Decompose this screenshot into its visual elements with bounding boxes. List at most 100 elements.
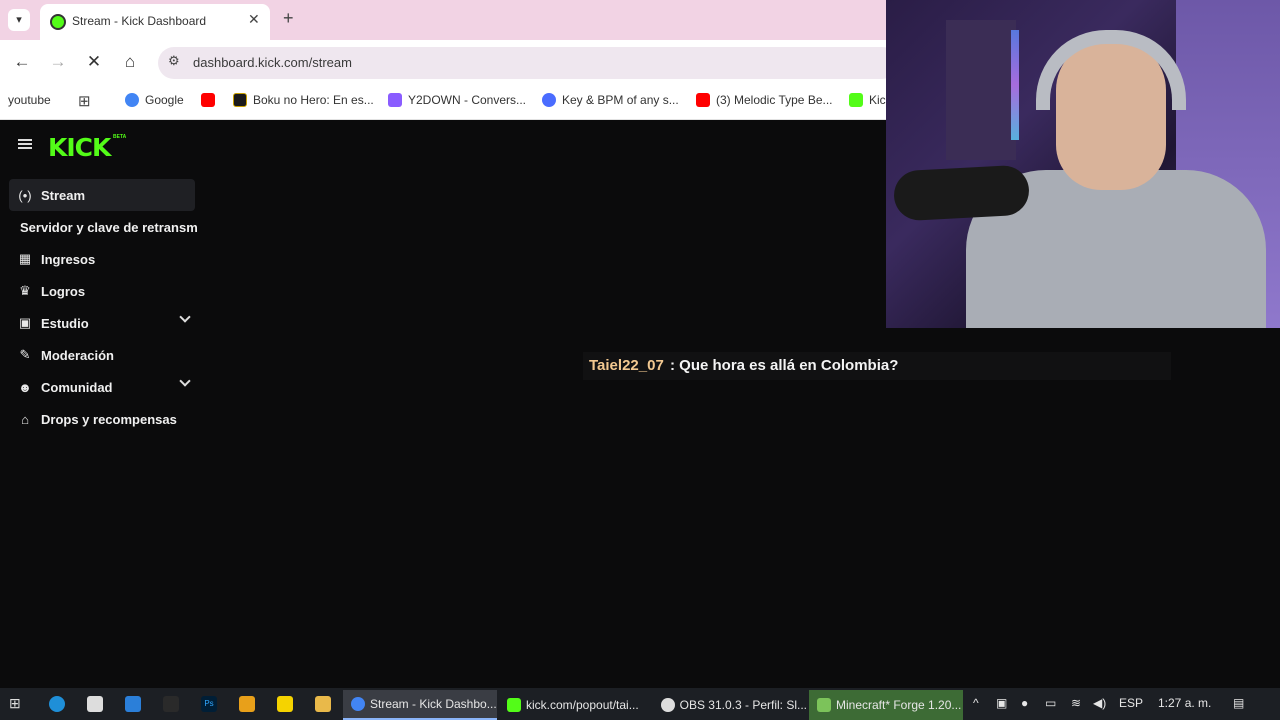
bookmark-kick[interactable]: Kic bbox=[849, 93, 886, 107]
bookmark-label: youtube bbox=[8, 93, 51, 107]
beta-badge: BETA bbox=[113, 134, 127, 140]
stream-icon: (•) bbox=[18, 187, 32, 203]
dashboard-sidebar: KICK BETA (•) Stream Servidor y clave de… bbox=[0, 121, 210, 688]
webcam-led-strip bbox=[1011, 30, 1019, 140]
app-icon[interactable] bbox=[163, 696, 179, 712]
back-icon[interactable]: ← bbox=[11, 52, 33, 72]
edge-icon[interactable] bbox=[49, 696, 65, 712]
key-bpm-icon bbox=[542, 93, 556, 107]
studio-icon: ▣ bbox=[18, 315, 32, 330]
taskbar-app-kick-popout[interactable]: kick.com/popout/tai... bbox=[499, 690, 651, 720]
new-tab-button[interactable]: + bbox=[283, 8, 294, 29]
microphone bbox=[892, 164, 1031, 222]
bookmark-key-bpm[interactable]: Key & BPM of any s... bbox=[542, 93, 679, 107]
address-bar[interactable]: ⚙ dashboard.kick.com/stream bbox=[158, 47, 898, 79]
taskbar-app-label: OBS 31.0.3 - Perfil: Sl... bbox=[679, 698, 807, 712]
volume-icon[interactable]: ◀) bbox=[1093, 696, 1106, 710]
community-icon: ☻ bbox=[18, 379, 32, 395]
file-explorer-icon[interactable] bbox=[315, 696, 331, 712]
microphone-icon[interactable]: ● bbox=[1021, 696, 1028, 710]
kick-icon bbox=[50, 14, 66, 30]
sidebar-item-comunidad[interactable]: ☻ Comunidad bbox=[9, 371, 195, 403]
menu-icon[interactable] bbox=[18, 139, 32, 149]
taskbar-app-obs[interactable]: OBS 31.0.3 - Perfil: Sl... bbox=[653, 690, 807, 720]
taskbar-app-chrome[interactable]: Stream - Kick Dashbo... bbox=[343, 690, 497, 720]
language-indicator[interactable]: ESP bbox=[1119, 696, 1143, 710]
kick-icon bbox=[507, 698, 521, 712]
sidebar-item-drops[interactable]: ⌂ Drops y recompensas bbox=[9, 403, 195, 435]
sidebar-item-estudio[interactable]: ▣ Estudio bbox=[9, 307, 195, 339]
webcam-shelf bbox=[946, 20, 1016, 160]
kick-logo[interactable]: KICK bbox=[48, 133, 111, 162]
sidebar-item-label: Comunidad bbox=[41, 379, 113, 395]
google-icon bbox=[125, 93, 139, 107]
trophy-icon: ♛ bbox=[19, 283, 31, 298]
wrench-icon: ✎ bbox=[19, 347, 31, 362]
bookmark-label: Kic bbox=[869, 93, 886, 107]
youtube-icon bbox=[696, 93, 710, 107]
sidebar-item-logros[interactable]: ♛ Logros bbox=[9, 275, 195, 307]
webcam-person-hood bbox=[1036, 30, 1186, 110]
notification-icon[interactable]: ▤ bbox=[1233, 696, 1244, 710]
bookmark-label: Google bbox=[145, 93, 184, 107]
battery-icon[interactable]: ▭ bbox=[1045, 696, 1056, 710]
wifi-icon[interactable]: ≋ bbox=[1071, 696, 1081, 710]
y2down-icon bbox=[388, 93, 402, 107]
bookmarks-bar: youtube ⊞ Google Boku no Hero: En es... … bbox=[0, 86, 886, 120]
chat-overlay-message: Taiel22_07 : Que hora es allá en Colombi… bbox=[583, 352, 1171, 380]
sidebar-item-stream[interactable]: (•) Stream bbox=[9, 179, 195, 211]
chevron-up-icon[interactable]: ^ bbox=[973, 696, 979, 710]
stop-loading-icon[interactable]: ✕ bbox=[83, 52, 105, 72]
store-icon[interactable] bbox=[87, 696, 103, 712]
clock[interactable]: 1:27 a. m. bbox=[1158, 696, 1211, 710]
kick-icon bbox=[849, 93, 863, 107]
home-icon[interactable]: ⌂ bbox=[119, 52, 141, 72]
tab-strip: ▾ Stream - Kick Dashboard ✕ + bbox=[0, 0, 886, 40]
close-icon[interactable]: ✕ bbox=[248, 11, 260, 28]
task-view-icon[interactable]: ⊞ bbox=[9, 695, 25, 711]
bookmark-youtube-icon-only[interactable] bbox=[201, 93, 215, 107]
tray-app-icon[interactable]: ▣ bbox=[996, 696, 1007, 710]
bookmark-label: Y2DOWN - Convers... bbox=[408, 93, 527, 107]
webcam-overlay bbox=[886, 0, 1280, 328]
photoshop-icon[interactable]: Ps bbox=[201, 696, 217, 712]
sidebar-item-label: Estudio bbox=[41, 315, 89, 331]
taskbar: ⊞ Ps Stream - Kick Dashbo... kick.com/po… bbox=[0, 688, 1280, 720]
gift-icon: ⌂ bbox=[21, 411, 29, 427]
forward-icon[interactable]: → bbox=[47, 52, 69, 72]
bookmark-melodic[interactable]: (3) Melodic Type Be... bbox=[696, 93, 833, 107]
chrome-icon bbox=[351, 697, 365, 711]
bookmark-boku[interactable]: Boku no Hero: En es... bbox=[233, 93, 374, 107]
sidebar-item-label: Logros bbox=[41, 283, 86, 299]
apps-grid-icon[interactable]: ⊞ bbox=[78, 92, 91, 110]
boku-icon bbox=[233, 93, 247, 107]
sidebar-item-moderacion[interactable]: ✎ Moderación bbox=[9, 339, 195, 371]
media-player-icon[interactable] bbox=[239, 696, 255, 712]
sidebar-item-server-key[interactable]: Servidor y clave de retransm bbox=[20, 211, 206, 243]
taskbar-app-label: Stream - Kick Dashbo... bbox=[370, 697, 497, 711]
sidebar-item-label: Stream bbox=[41, 187, 86, 203]
chart-icon: ▦ bbox=[18, 251, 32, 266]
sticky-notes-icon[interactable] bbox=[277, 696, 293, 712]
obs-icon bbox=[661, 698, 675, 712]
taskbar-app-minecraft[interactable]: Minecraft* Forge 1.20... bbox=[809, 690, 963, 720]
sidebar-item-label: Servidor y clave de retransm bbox=[20, 219, 198, 235]
bookmark-youtube[interactable]: youtube bbox=[8, 93, 51, 107]
bookmark-label: Key & BPM of any s... bbox=[562, 93, 679, 107]
url-text: dashboard.kick.com/stream bbox=[193, 55, 352, 70]
sidebar-item-label: Ingresos bbox=[41, 251, 96, 267]
tab-title: Stream - Kick Dashboard bbox=[72, 14, 207, 28]
bookmark-y2down[interactable]: Y2DOWN - Convers... bbox=[388, 93, 526, 107]
bookmark-label: Boku no Hero: En es... bbox=[253, 93, 374, 107]
site-info-icon[interactable]: ⚙ bbox=[168, 53, 180, 69]
sidebar-item-label: Drops y recompensas bbox=[41, 411, 177, 427]
taskbar-app-label: Minecraft* Forge 1.20... bbox=[836, 698, 962, 712]
mail-icon[interactable] bbox=[125, 696, 141, 712]
chat-message-text: : Que hora es allá en Colombia? bbox=[670, 357, 899, 374]
tab-search-button[interactable]: ▾ bbox=[8, 9, 30, 31]
sidebar-item-ingresos[interactable]: ▦ Ingresos bbox=[9, 243, 195, 275]
bookmark-google[interactable]: Google bbox=[125, 93, 184, 107]
chevron-down-icon[interactable] bbox=[179, 375, 191, 387]
active-tab[interactable]: Stream - Kick Dashboard ✕ bbox=[40, 4, 270, 40]
chevron-down-icon[interactable] bbox=[179, 311, 191, 323]
